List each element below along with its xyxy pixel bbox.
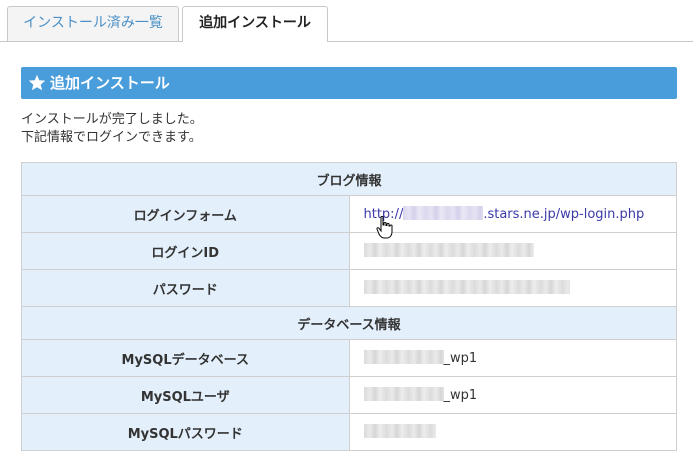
mysql-user-suffix: _wp1 xyxy=(443,388,478,403)
login-form-link[interactable]: http://.stars.ne.jp/wp-login.php xyxy=(364,206,645,222)
completion-message: インストールが完了しました。 下記情報でログインできます。 xyxy=(21,111,203,147)
mysql-password-label: MySQLパスワード xyxy=(21,413,350,451)
mysql-db-suffix: _wp1 xyxy=(443,351,478,366)
table-row: パスワード xyxy=(21,269,677,307)
install-info-table: ブログ情報 ログインフォーム http://.stars.ne.jp/wp-lo… xyxy=(21,162,677,451)
mysql-db-value: _wp1 xyxy=(348,339,677,377)
section-title: 追加インストール xyxy=(50,74,170,92)
message-line-1: インストールが完了しました。 xyxy=(21,112,203,127)
redacted-password xyxy=(363,280,570,294)
mysql-user-value: _wp1 xyxy=(348,376,677,414)
tab-divider xyxy=(0,41,693,42)
redacted-mysql-password xyxy=(363,424,436,438)
message-line-2: 下記情報でログインできます。 xyxy=(21,130,202,145)
redacted-domain xyxy=(403,206,484,220)
db-info-header: データベース情報 xyxy=(21,306,677,340)
table-row: ログインID xyxy=(21,232,677,270)
login-form-label: ログインフォーム xyxy=(21,195,350,233)
tab-bar: インストール済み一覧 追加インストール xyxy=(0,0,698,42)
login-id-label: ログインID xyxy=(21,232,350,270)
login-id-value xyxy=(348,232,677,270)
redacted-db-prefix xyxy=(363,350,444,364)
mysql-password-value xyxy=(348,413,677,451)
login-url-suffix: .stars.ne.jp/wp-login.php xyxy=(483,207,645,222)
blog-info-header: ブログ情報 xyxy=(21,162,677,196)
tab-additional-install[interactable]: 追加インストール xyxy=(182,6,328,42)
section-header: 追加インストール xyxy=(21,67,677,99)
table-row: MySQLユーザ _wp1 xyxy=(21,376,677,414)
login-form-value: http://.stars.ne.jp/wp-login.php xyxy=(348,195,677,233)
password-label: パスワード xyxy=(21,269,350,307)
redacted-user-prefix xyxy=(363,387,444,401)
mysql-db-label: MySQLデータベース xyxy=(21,339,350,377)
tab-installed-list[interactable]: インストール済み一覧 xyxy=(7,6,179,41)
hand-cursor-icon xyxy=(376,215,394,240)
table-row: MySQLデータベース _wp1 xyxy=(21,339,677,377)
table-row: MySQLパスワード xyxy=(21,413,677,451)
table-row: ログインフォーム http://.stars.ne.jp/wp-login.ph… xyxy=(21,195,677,233)
star-icon xyxy=(28,70,46,102)
password-value xyxy=(348,269,677,307)
redacted-login-id xyxy=(363,243,534,257)
mysql-user-label: MySQLユーザ xyxy=(21,376,350,414)
